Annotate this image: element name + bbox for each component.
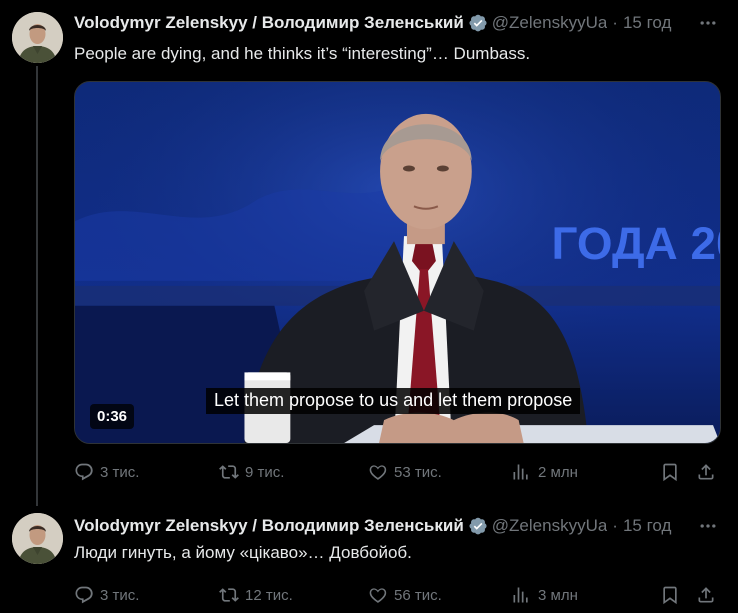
bookmark-button[interactable] bbox=[660, 580, 680, 610]
video-duration: 0:36 bbox=[90, 404, 135, 429]
repost-button[interactable]: 12 тис. bbox=[219, 580, 293, 610]
reply-icon bbox=[75, 463, 93, 481]
video-caption: Let them propose to us and let them prop… bbox=[206, 388, 581, 414]
author-name[interactable]: Volodymyr Zelenskyy / Володимир Зеленськ… bbox=[74, 516, 464, 536]
share-button[interactable] bbox=[696, 457, 716, 487]
bookmark-icon bbox=[663, 463, 677, 482]
verified-icon bbox=[469, 517, 487, 535]
tweet-actions: 3 тис. 12 тис. 56 тис. 3 млн bbox=[74, 580, 724, 610]
like-button[interactable]: 56 тис. bbox=[368, 580, 442, 610]
bookmark-icon bbox=[663, 586, 677, 605]
bookmark-button[interactable] bbox=[660, 457, 680, 487]
avatar[interactable] bbox=[12, 12, 63, 63]
reply-button[interactable]: 3 тис. bbox=[74, 457, 139, 487]
repost-button[interactable]: 9 тис. bbox=[219, 457, 284, 487]
views-icon bbox=[513, 464, 528, 480]
reply-count: 3 тис. bbox=[100, 463, 140, 481]
share-button[interactable] bbox=[696, 580, 716, 610]
repost-icon bbox=[219, 588, 239, 602]
tweet-header: Volodymyr Zelenskyy / Володимир Зеленськ… bbox=[74, 11, 726, 35]
verified-icon bbox=[469, 14, 487, 32]
author-handle[interactable]: @ZelenskyyUa bbox=[492, 516, 608, 536]
backdrop-text: ГОДА 202 bbox=[552, 218, 720, 269]
share-icon bbox=[698, 587, 714, 603]
more-icon[interactable] bbox=[696, 11, 720, 35]
timestamp[interactable]: 15 год bbox=[623, 13, 671, 33]
like-icon bbox=[369, 588, 387, 603]
views-count: 2 млн bbox=[538, 463, 578, 481]
video-player[interactable]: ГОДА 202 Let them propose to us and let … bbox=[74, 81, 721, 444]
views-button[interactable]: 2 млн bbox=[512, 457, 578, 487]
tweet-1[interactable]: Volodymyr Zelenskyy / Володимир Зеленськ… bbox=[0, 0, 738, 506]
tweet-text: People are dying, and he thinks it’s “in… bbox=[74, 44, 531, 63]
thread-line bbox=[36, 66, 38, 506]
like-icon bbox=[369, 465, 387, 480]
like-button[interactable]: 53 тис. bbox=[368, 457, 442, 487]
separator: · bbox=[612, 13, 618, 32]
reply-icon bbox=[75, 586, 93, 604]
author-handle[interactable]: @ZelenskyyUa bbox=[492, 13, 608, 33]
tweet-text: Люди гинуть, а йому «цікаво»… Довбойоб. bbox=[74, 543, 412, 562]
views-count: 3 млн bbox=[538, 586, 578, 604]
repost-icon bbox=[219, 465, 239, 479]
repost-count: 9 тис. bbox=[245, 463, 285, 481]
avatar[interactable] bbox=[12, 513, 63, 564]
author-name[interactable]: Volodymyr Zelenskyy / Володимир Зеленськ… bbox=[74, 13, 464, 33]
like-count: 53 тис. bbox=[394, 463, 442, 481]
separator: · bbox=[612, 516, 618, 535]
timestamp[interactable]: 15 год bbox=[623, 516, 671, 536]
views-icon bbox=[513, 587, 528, 603]
reply-count: 3 тис. bbox=[100, 586, 140, 604]
like-count: 56 тис. bbox=[394, 586, 442, 604]
views-button[interactable]: 3 млн bbox=[512, 580, 578, 610]
share-icon bbox=[698, 464, 714, 480]
repost-count: 12 тис. bbox=[245, 586, 293, 604]
tweet-header: Volodymyr Zelenskyy / Володимир Зеленськ… bbox=[74, 514, 726, 538]
tweet-2[interactable]: Volodymyr Zelenskyy / Володимир Зеленськ… bbox=[0, 505, 738, 613]
tweet-actions: 3 тис. 9 тис. 53 тис. 2 млн bbox=[74, 457, 724, 487]
more-icon[interactable] bbox=[696, 514, 720, 538]
reply-button[interactable]: 3 тис. bbox=[74, 580, 139, 610]
